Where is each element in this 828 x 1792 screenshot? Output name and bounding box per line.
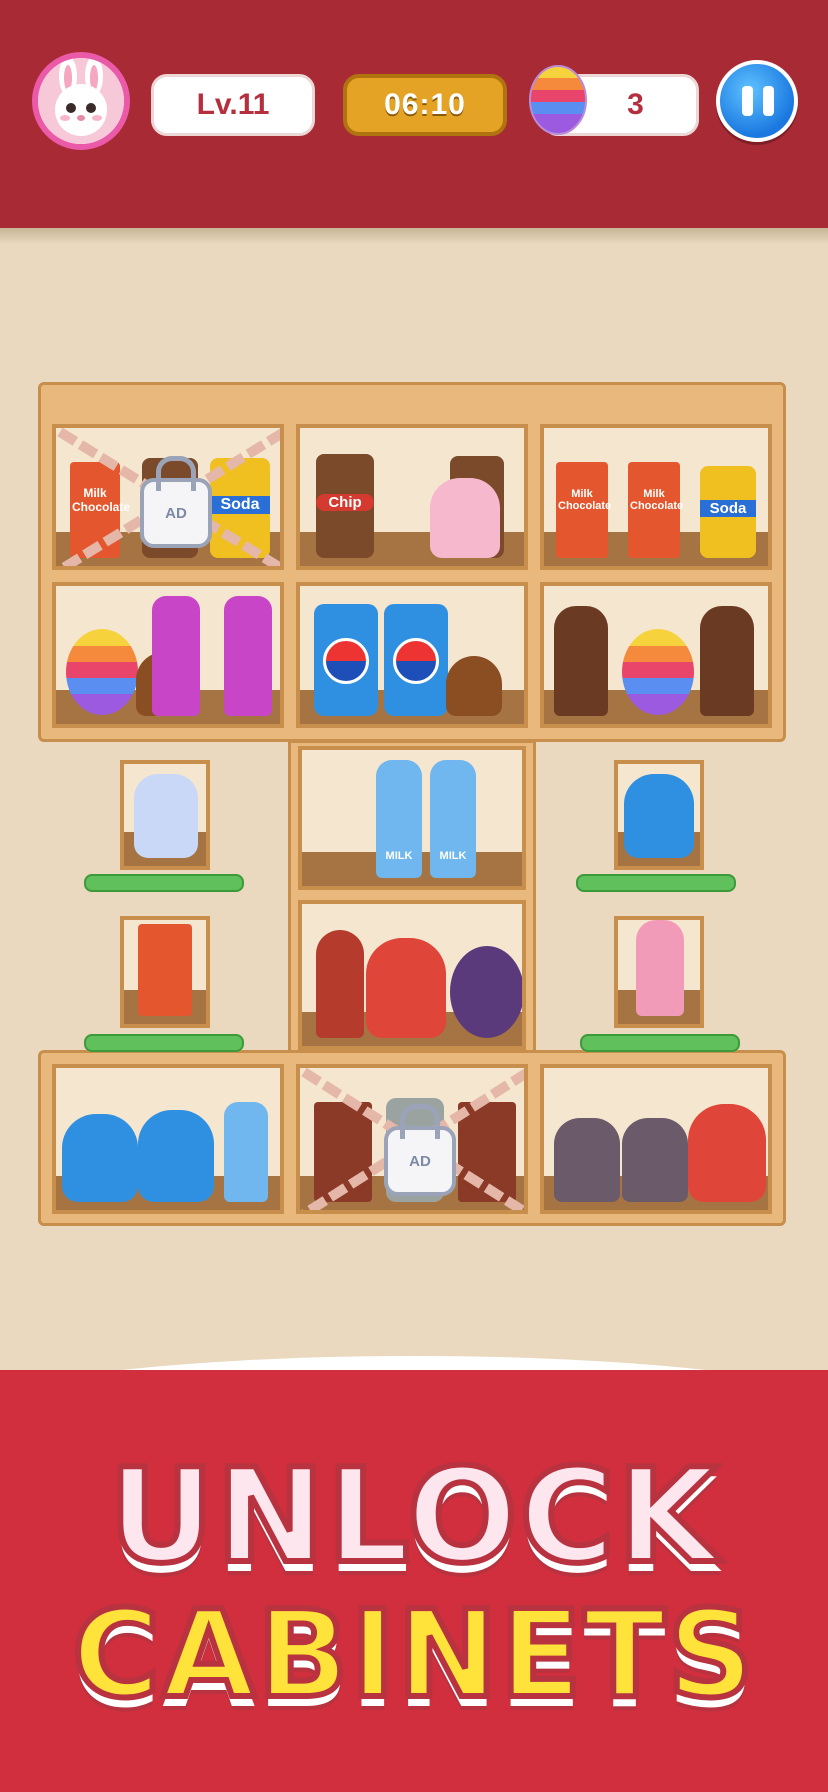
penguin-toy xyxy=(624,774,694,858)
side-shelf-bar xyxy=(84,874,244,892)
cabinet-cell-locked-1[interactable]: Milk Chocolate Soda AD xyxy=(52,424,284,570)
burger-item xyxy=(446,656,502,716)
rainbow-egg-item xyxy=(66,629,138,715)
gray-unicorn-toy xyxy=(622,1118,688,1202)
blue-cola-can xyxy=(314,604,378,716)
cabinet-cell-7[interactable]: MILK MILK xyxy=(298,746,526,890)
grape-juice-bottle xyxy=(152,596,200,716)
side-shelf-bar xyxy=(580,1034,740,1052)
chocolate-popsicle xyxy=(700,606,754,716)
blueberry-milk-bottle xyxy=(224,1102,268,1202)
pink-unicorn-toy xyxy=(430,478,500,558)
side-cabinet-left-2[interactable] xyxy=(120,916,210,1028)
strawberry-popsicle xyxy=(636,920,684,1016)
cabinet-cell-5[interactable] xyxy=(296,582,528,728)
countdown-timer: 06:10 xyxy=(343,74,507,136)
milk-bottle: MILK xyxy=(376,760,422,878)
cabinet-cell-10[interactable] xyxy=(540,1064,772,1214)
cabinet-cell-6[interactable] xyxy=(540,582,772,728)
milk-chocolate-box: Milk Chocolate xyxy=(628,462,683,558)
penguin-toy xyxy=(138,1110,214,1202)
side-cabinet-left-1[interactable] xyxy=(120,760,210,870)
side-shelf-bar xyxy=(576,874,736,892)
penguin-toy xyxy=(62,1114,138,1202)
pause-button[interactable] xyxy=(716,60,798,142)
rocket-toy xyxy=(316,930,364,1038)
gray-unicorn-toy xyxy=(554,1118,620,1202)
grape-juice-bottle xyxy=(224,596,272,716)
cabinet-cell-4[interactable] xyxy=(52,582,284,728)
cabinet-cell-8[interactable] xyxy=(298,900,526,1050)
chocolate-egg xyxy=(450,946,522,1038)
chip-can: Chip xyxy=(316,454,374,558)
player-avatar[interactable] xyxy=(32,52,130,150)
kitty-toy xyxy=(134,774,198,858)
pause-icon xyxy=(742,86,753,116)
side-cabinet-right-2[interactable] xyxy=(614,916,704,1028)
cabinet-cell-3[interactable]: Milk Chocolate Milk Chocolate Soda xyxy=(540,424,772,570)
chocolate-popsicle xyxy=(554,606,608,716)
blue-cola-can xyxy=(384,604,448,716)
side-shelf-bar xyxy=(84,1034,244,1052)
side-cabinet-right-1[interactable] xyxy=(614,760,704,870)
cabinet-cell-9[interactable] xyxy=(52,1064,284,1214)
red-bird-plush xyxy=(366,938,446,1038)
milk-bottle: MILK xyxy=(430,760,476,878)
milk-chocolate-box: Milk Chocolate xyxy=(556,462,611,558)
level-indicator: Lv.11 xyxy=(151,74,315,136)
cabinet-cell-2[interactable]: Chip xyxy=(296,424,528,570)
cabinet-cell-locked-2[interactable]: AD xyxy=(296,1064,528,1214)
red-bird-plush xyxy=(688,1104,766,1202)
soda-can: Soda xyxy=(700,466,756,558)
ad-unlock-padlock-icon[interactable]: AD xyxy=(384,1104,456,1196)
rainbow-egg-item xyxy=(622,629,694,715)
headline-unlock: UNLOCK xyxy=(105,1437,720,1595)
headline-cabinets: CABINETS xyxy=(69,1583,757,1728)
milk-chocolate-box xyxy=(138,924,192,1016)
rainbow-egg-icon xyxy=(529,65,587,135)
bunny-avatar-icon xyxy=(38,58,124,144)
ad-unlock-padlock-icon[interactable]: AD xyxy=(140,456,212,548)
egg-count-value: 3 xyxy=(627,88,644,121)
